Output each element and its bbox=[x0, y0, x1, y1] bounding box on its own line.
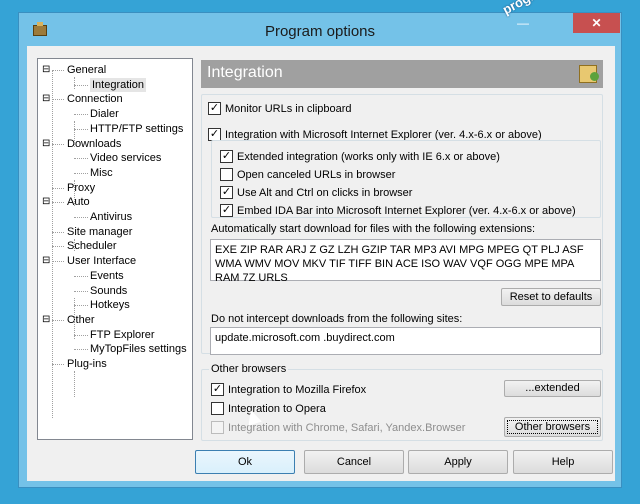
tree-connector bbox=[74, 298, 75, 339]
tree-connector bbox=[52, 319, 64, 321]
tree-item[interactable]: Misc bbox=[90, 166, 113, 180]
tree-connector bbox=[74, 305, 88, 307]
tree-connector bbox=[52, 70, 53, 418]
tree-item[interactable]: Plug-ins bbox=[67, 357, 107, 371]
tree-toggle-icon[interactable]: ⊟ bbox=[42, 137, 50, 151]
tree-connector bbox=[52, 364, 64, 365]
ok-button[interactable]: Ok bbox=[195, 450, 295, 474]
tree-connector bbox=[74, 217, 88, 218]
tree-connector bbox=[52, 99, 64, 101]
firefox-checkbox[interactable]: ✓ bbox=[211, 383, 224, 396]
tree-connector bbox=[74, 180, 75, 206]
reset-defaults-button[interactable]: Reset to defaults bbox=[501, 288, 601, 306]
tree-connector bbox=[74, 77, 75, 89]
tree-connector bbox=[74, 290, 88, 292]
firefox-label: Integration to Mozilla Firefox bbox=[228, 384, 367, 396]
options-tree[interactable]: General ⊟ Integration Connection ⊟ Dialer HTTP… bbox=[37, 58, 193, 440]
tree-connector bbox=[52, 261, 64, 263]
tree-connector bbox=[74, 172, 88, 174]
tree-item[interactable]: General bbox=[67, 63, 106, 77]
other-browsers-legend: Other browsers bbox=[209, 362, 289, 376]
open-canceled-label: Open canceled URLs in browser bbox=[237, 169, 396, 181]
tree-item[interactable]: Hotkeys bbox=[90, 298, 130, 312]
tree-item[interactable]: Events bbox=[90, 269, 124, 283]
plugin-icon bbox=[579, 65, 599, 83]
tree-connector bbox=[74, 128, 88, 130]
tree-connector bbox=[74, 121, 75, 147]
tree-item[interactable]: Auto bbox=[67, 195, 90, 209]
tree-connector bbox=[74, 275, 88, 277]
extensions-textarea[interactable]: EXE ZIP RAR ARJ Z GZ LZH GZIP TAR MP3 AV… bbox=[210, 239, 601, 284]
extended-integration-checkbox[interactable]: ✓ bbox=[220, 150, 233, 163]
extended-integration-label: Extended integration (works only with IE… bbox=[237, 151, 500, 163]
tree-item[interactable]: Proxy bbox=[67, 181, 95, 195]
tree-connector bbox=[74, 349, 88, 351]
tree-connector bbox=[74, 334, 88, 336]
tree-connector bbox=[52, 231, 64, 233]
tree-connector bbox=[74, 371, 75, 397]
extensions-label: Automatically start download for files w… bbox=[211, 223, 536, 235]
tree-toggle-icon[interactable]: ⊟ bbox=[42, 254, 50, 268]
tree-item[interactable]: Video services bbox=[90, 151, 161, 165]
tree-toggle-icon[interactable]: ⊟ bbox=[42, 92, 50, 106]
tree-connector bbox=[74, 239, 75, 251]
section-title: Integration bbox=[207, 64, 283, 81]
tree-item[interactable]: Sounds bbox=[90, 284, 127, 298]
dialog-client: General ⊟ Integration Connection ⊟ Dialer HTTP… bbox=[27, 46, 615, 481]
opera-label: Integration to Opera bbox=[228, 403, 326, 415]
tree-connector bbox=[74, 114, 88, 116]
open-canceled-checkbox[interactable] bbox=[220, 168, 233, 181]
help-button[interactable]: Help bbox=[513, 450, 613, 474]
tree-item[interactable]: Connection bbox=[67, 92, 123, 106]
no-intercept-input[interactable]: update.microsoft.com .buydirect.com bbox=[210, 327, 601, 355]
alt-ctrl-label: Use Alt and Ctrl on clicks in browser bbox=[237, 187, 413, 199]
close-button[interactable]: ✕ bbox=[573, 13, 620, 33]
extended-button[interactable]: ...extended bbox=[504, 380, 601, 397]
tree-item[interactable]: Dialer bbox=[90, 107, 119, 121]
section-header: Integration bbox=[201, 60, 603, 88]
tree-connector bbox=[52, 187, 64, 189]
monitor-urls-label: Monitor URLs in clipboard bbox=[225, 103, 352, 115]
title-bar[interactable]: Program options — ✕ bbox=[19, 13, 621, 46]
tree-connector bbox=[74, 158, 88, 160]
program-options-dialog: Program options — ✕ General ⊟ Integration C… bbox=[18, 12, 622, 488]
tree-connector bbox=[74, 84, 88, 86]
opera-checkbox[interactable] bbox=[211, 402, 224, 415]
tree-toggle-icon[interactable]: ⊟ bbox=[42, 313, 50, 327]
other-browsers-button[interactable]: Other browsers bbox=[504, 417, 601, 437]
tree-connector bbox=[52, 143, 64, 145]
embed-bar-checkbox[interactable]: ✓ bbox=[220, 204, 233, 217]
tree-connector bbox=[52, 202, 64, 204]
tree-toggle-icon[interactable]: ⊟ bbox=[42, 63, 50, 77]
tree-item[interactable]: Antivirus bbox=[90, 210, 132, 224]
tree-item[interactable]: HTTP/FTP settings bbox=[90, 122, 183, 136]
embed-bar-label: Embed IDA Bar into Microsoft Internet Ex… bbox=[237, 205, 576, 217]
cancel-button[interactable]: Cancel bbox=[304, 450, 404, 474]
tree-item[interactable]: Other bbox=[67, 313, 95, 327]
tree-item[interactable]: User Interface bbox=[67, 254, 136, 268]
tree-item[interactable]: FTP Explorer bbox=[90, 328, 155, 342]
no-intercept-label: Do not intercept downloads from the foll… bbox=[211, 313, 463, 325]
tree-item[interactable]: Integration bbox=[90, 77, 146, 92]
chrome-label: Integration with Chrome, Safari, Yandex.… bbox=[228, 422, 466, 434]
tree-item[interactable]: Site manager bbox=[67, 225, 132, 239]
tree-connector bbox=[52, 70, 64, 71]
minimize-button[interactable]: — bbox=[509, 13, 537, 33]
chrome-checkbox bbox=[211, 421, 224, 434]
monitor-urls-checkbox[interactable]: ✓ bbox=[208, 102, 221, 115]
tree-item[interactable]: MyTopFiles settings bbox=[90, 342, 187, 356]
apply-button[interactable]: Apply bbox=[408, 450, 508, 474]
tree-connector bbox=[52, 246, 64, 248]
tree-toggle-icon[interactable]: ⊟ bbox=[42, 195, 50, 209]
tree-item[interactable]: Downloads bbox=[67, 137, 121, 151]
alt-ctrl-checkbox[interactable]: ✓ bbox=[220, 186, 233, 199]
